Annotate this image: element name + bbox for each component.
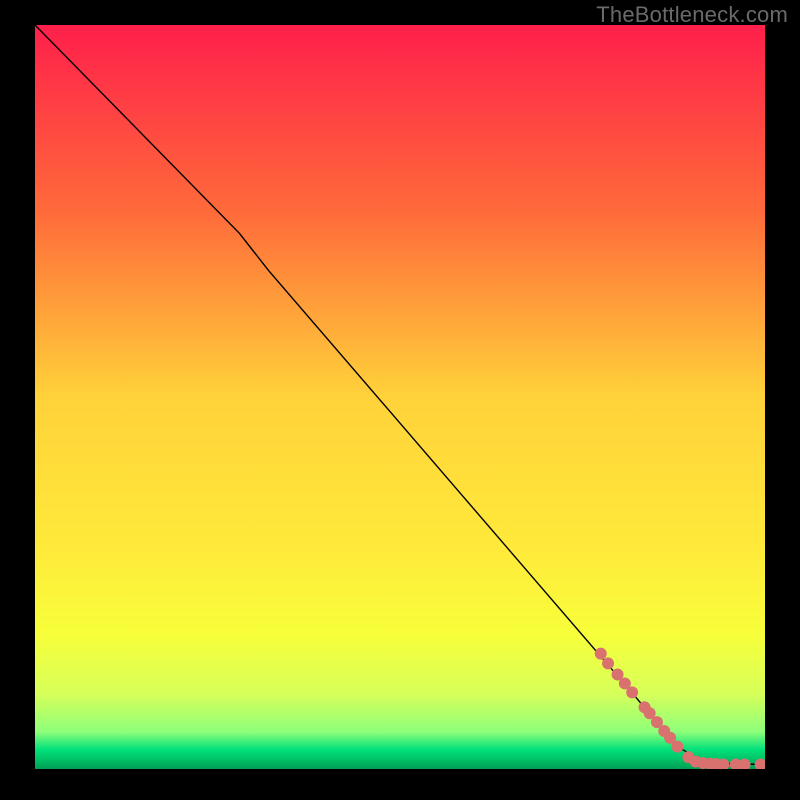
scatter-point [595,648,607,660]
scatter-point [626,686,638,698]
scatter-point [602,657,614,669]
chart-plot-area [35,25,765,769]
chart-svg [35,25,765,769]
chart-frame: TheBottleneck.com [0,0,800,800]
scatter-point [671,741,683,753]
